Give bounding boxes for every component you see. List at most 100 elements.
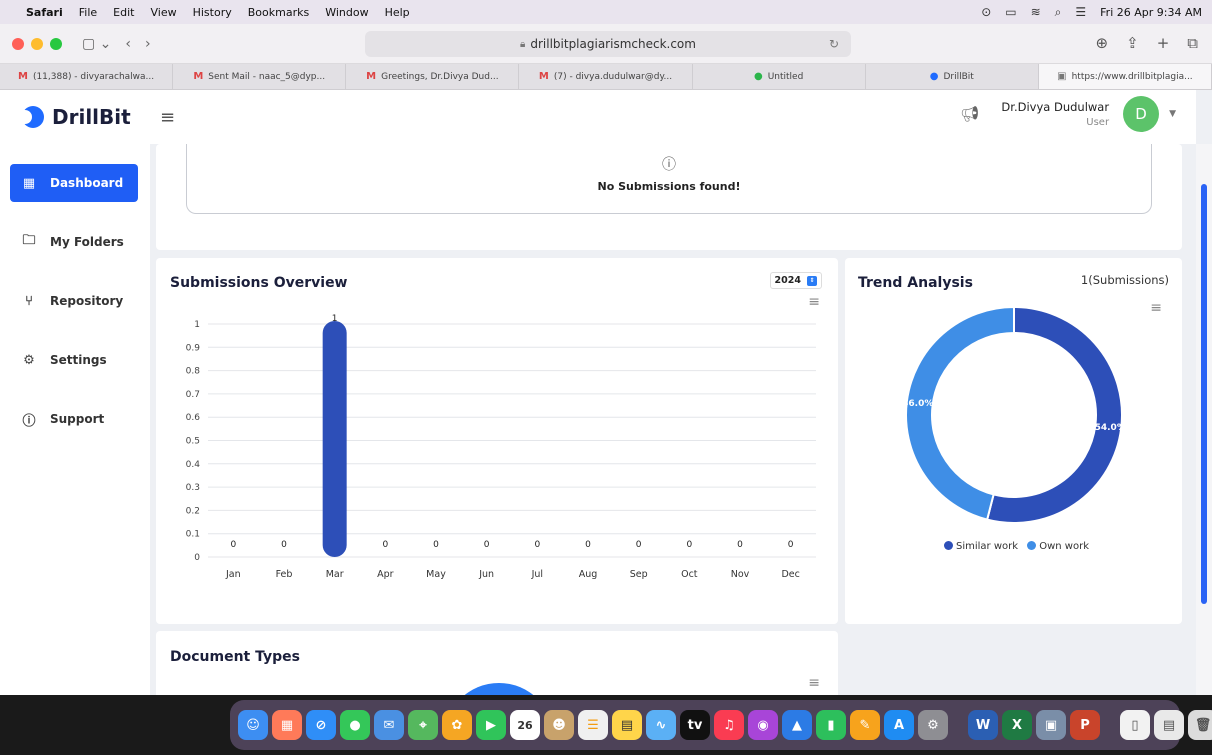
- document-icon[interactable]: ▯: [1120, 710, 1150, 740]
- calendar-icon[interactable]: 26: [510, 710, 540, 740]
- bar[interactable]: [322, 321, 347, 557]
- system-settings-icon[interactable]: ⚙: [918, 710, 948, 740]
- word-icon[interactable]: W: [968, 710, 998, 740]
- sidebar-toggle-icon[interactable]: ▢ ⌄: [82, 36, 111, 52]
- launchpad-icon[interactable]: ▦: [272, 710, 302, 740]
- browser-tab[interactable]: ● Untitled: [693, 64, 866, 89]
- reload-icon[interactable]: ↻: [829, 37, 839, 51]
- safari-icon[interactable]: ⊘: [306, 710, 336, 740]
- browser-tab[interactable]: M (11,388) - divyarachalwa...: [0, 64, 174, 89]
- browser-tab-active[interactable]: ▣ https://www.drillbitplagia...: [1038, 64, 1212, 89]
- pages-icon[interactable]: ✎: [850, 710, 880, 740]
- maps-icon[interactable]: ⌖: [408, 710, 438, 740]
- menu-history[interactable]: History: [193, 6, 232, 19]
- scrollbar-thumb[interactable]: [1201, 184, 1207, 604]
- data-label: 1: [332, 314, 338, 324]
- browser-tab[interactable]: ● DrillBit: [866, 64, 1039, 89]
- empty-state-message: No Submissions found!: [597, 180, 741, 193]
- y-tick-label: 0.2: [186, 506, 200, 516]
- sidebar-item-repository[interactable]: ⑂ Repository: [10, 282, 138, 320]
- sidebar-item-settings[interactable]: ⚙ Settings: [10, 341, 138, 379]
- donut-slice[interactable]: [905, 305, 1015, 521]
- freeform-icon[interactable]: ∿: [646, 710, 676, 740]
- sidebar-item-support[interactable]: ⓘ Support: [10, 400, 138, 438]
- drillbit-logo[interactable]: DrillBit: [0, 105, 148, 129]
- hamburger-menu-icon[interactable]: ≡: [160, 107, 175, 128]
- slice-label: 54.0%: [1095, 423, 1126, 433]
- photos-icon[interactable]: ✿: [442, 710, 472, 740]
- zoom-window-button[interactable]: [50, 37, 62, 50]
- chevron-down-icon[interactable]: ▼: [1169, 109, 1176, 119]
- tab-label: Greetings, Dr.Divya Dud...: [381, 71, 499, 82]
- contacts-icon[interactable]: ☻: [544, 710, 574, 740]
- legend-swatch: [1027, 541, 1037, 550]
- minimize-window-button[interactable]: [31, 37, 43, 50]
- announcement-icon[interactable]: 📢︎: [960, 105, 979, 123]
- podcasts-icon[interactable]: ◉: [748, 710, 778, 740]
- chart-menu-icon[interactable]: ≡: [808, 675, 820, 691]
- menu-window[interactable]: Window: [325, 6, 368, 19]
- menu-help[interactable]: Help: [385, 6, 410, 19]
- y-tick-label: 0.6: [186, 413, 201, 423]
- menu-file[interactable]: File: [79, 6, 97, 19]
- x-tick-label: Sep: [630, 569, 648, 580]
- app-store-icon[interactable]: A: [884, 710, 914, 740]
- control-center-icon[interactable]: ☰: [1075, 5, 1086, 19]
- sidebar-item-dashboard[interactable]: ▦ Dashboard: [10, 164, 138, 202]
- browser-tab[interactable]: M (7) - divya.dudulwar@dy...: [519, 64, 693, 89]
- share-icon[interactable]: ⇪: [1126, 34, 1139, 52]
- menu-clock[interactable]: Fri 26 Apr 9:34 AM: [1100, 6, 1202, 19]
- y-tick-label: 1: [194, 320, 200, 330]
- browser-tab[interactable]: M Sent Mail - naac_5@dyp...: [173, 64, 347, 89]
- keynote-icon[interactable]: ▲: [782, 710, 812, 740]
- menu-bookmarks[interactable]: Bookmarks: [248, 6, 309, 19]
- donut-slice[interactable]: [985, 305, 1123, 524]
- y-tick-label: 0.9: [186, 343, 201, 353]
- app-header: DrillBit ≡ 📢︎ Dr.Divya Dudulwar User D ▼: [0, 90, 1196, 144]
- finder-icon[interactable]: ☺: [238, 710, 268, 740]
- browser-tab[interactable]: M Greetings, Dr.Divya Dud...: [346, 64, 520, 89]
- data-label: 0: [686, 540, 692, 550]
- gmail-icon: M: [538, 71, 549, 82]
- forward-icon[interactable]: ›: [145, 36, 151, 52]
- y-tick-label: 0.8: [186, 367, 201, 377]
- data-label: 0: [382, 540, 388, 550]
- downloads-icon[interactable]: ⊕: [1096, 34, 1109, 52]
- powerpoint-icon[interactable]: P: [1070, 710, 1100, 740]
- tab-overview-icon[interactable]: ⧉: [1187, 34, 1198, 52]
- wifi-icon[interactable]: ≋: [1031, 5, 1041, 19]
- browser-toolbar: ▢ ⌄ ‹ › 🔒︎ drillbitplagiarismcheck.com ↻…: [0, 24, 1212, 64]
- numbers-icon[interactable]: ▮: [816, 710, 846, 740]
- submissions-bar-chart: 0 0.1 0.2 0.3 0.4 0.5 0.6 0.7 0.8 0.9 1 0 Jan 0 Feb 1 Ma…: [186, 314, 816, 580]
- reminders-icon[interactable]: ☰: [578, 710, 608, 740]
- empty-submissions-box: ⓘ No Submissions found!: [186, 144, 1152, 214]
- battery-icon[interactable]: ▭: [1005, 5, 1016, 19]
- window-controls: [12, 37, 62, 50]
- address-bar[interactable]: 🔒︎ drillbitplagiarismcheck.com ↻: [365, 31, 851, 57]
- menu-app-name[interactable]: Safari: [26, 6, 63, 19]
- notes-icon[interactable]: ▤: [612, 710, 642, 740]
- lock-icon: 🔒︎: [520, 38, 526, 50]
- downloads-stack-icon[interactable]: ▤: [1154, 710, 1184, 740]
- facetime-icon[interactable]: ▶: [476, 710, 506, 740]
- play-icon[interactable]: ⊙: [981, 5, 991, 19]
- close-window-button[interactable]: [12, 37, 24, 50]
- trash-icon[interactable]: 🗑︎: [1188, 710, 1212, 740]
- back-icon[interactable]: ‹: [125, 36, 131, 52]
- menu-view[interactable]: View: [150, 6, 176, 19]
- preview-icon[interactable]: ▣: [1036, 710, 1066, 740]
- user-info[interactable]: Dr.Divya Dudulwar User: [1001, 100, 1109, 128]
- legend-item[interactable]: Similar work: [956, 541, 1018, 552]
- avatar[interactable]: D: [1123, 96, 1160, 132]
- spotlight-search-icon[interactable]: ⌕: [1055, 5, 1062, 20]
- page-scrollbar[interactable]: [1196, 144, 1212, 695]
- excel-icon[interactable]: X: [1002, 710, 1032, 740]
- music-icon[interactable]: ♫: [714, 710, 744, 740]
- legend-item[interactable]: Own work: [1039, 541, 1089, 552]
- apple-tv-icon[interactable]: tv: [680, 710, 710, 740]
- sidebar-item-my-folders[interactable]: 🗀 My Folders: [10, 223, 138, 261]
- new-tab-icon[interactable]: +: [1157, 34, 1170, 52]
- menu-edit[interactable]: Edit: [113, 6, 134, 19]
- messages-icon[interactable]: ●: [340, 710, 370, 740]
- mail-icon[interactable]: ✉: [374, 710, 404, 740]
